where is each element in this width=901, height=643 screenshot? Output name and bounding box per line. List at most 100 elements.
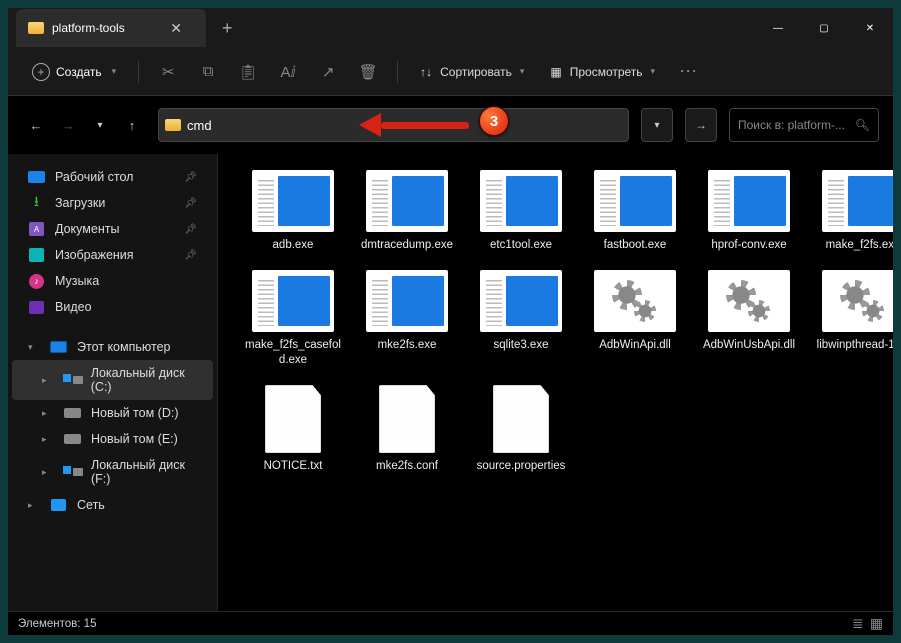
maximize-button[interactable]: ▢ (801, 8, 847, 48)
view-button[interactable]: ▦ Просмотреть ▾ (540, 60, 665, 84)
address-input[interactable] (181, 118, 622, 133)
delete-icon[interactable]: 🗑︎ (351, 56, 385, 88)
file-item[interactable]: fastboot.exe (584, 170, 686, 252)
label: Локальный диск (F:) (91, 458, 197, 486)
label: Новый том (E:) (91, 432, 178, 446)
file-name: sqlite3.exe (494, 338, 549, 352)
file-item[interactable]: mke2fs.conf (356, 385, 458, 473)
file-item[interactable]: make_f2fs.exe (812, 170, 893, 252)
file-item[interactable]: sqlite3.exe (470, 270, 572, 367)
label: Рабочий стол (55, 170, 133, 184)
search-icon: 🔍︎ (855, 118, 870, 132)
file-grid: adb.exe dmtracedump.exe etc1tool.exe fastbo… (242, 170, 883, 474)
file-item[interactable]: hprof-conv.exe (698, 170, 800, 252)
go-button[interactable]: → (685, 108, 717, 142)
file-name: adb.exe (273, 238, 314, 252)
file-item[interactable]: source.properties (470, 385, 572, 473)
label: Этот компьютер (77, 340, 170, 354)
file-item[interactable]: NOTICE.txt (242, 385, 344, 473)
nav-buttons: ← → ▾ ↑ (22, 111, 146, 139)
exe-icon (708, 170, 790, 232)
exe-icon (366, 270, 448, 332)
minimize-button[interactable]: ― (755, 8, 801, 48)
close-tab-icon[interactable]: ✕ (164, 20, 188, 37)
item-count: Элементов: 15 (18, 618, 96, 630)
search-placeholder: Поиск в: platform-... (738, 118, 845, 132)
chevron-down-icon: ▾ (28, 342, 40, 353)
copy-icon[interactable]: ⧉ (191, 56, 225, 88)
sidebar-item-pictures[interactable]: Изображения 📌︎ (12, 242, 213, 268)
exe-icon (252, 270, 334, 332)
file-item[interactable]: AdbWinApi.dll (584, 270, 686, 367)
view-toggles: ≣ ▦ (852, 615, 883, 632)
sidebar-item-music[interactable]: ♪ Музыка (12, 268, 213, 294)
sort-label: Сортировать (440, 65, 512, 79)
sidebar-item-downloads[interactable]: ⭳ Загрузки 📌︎ (12, 190, 213, 216)
create-label: Создать (56, 65, 102, 79)
share-icon[interactable]: ↗ (311, 56, 345, 88)
more-icon[interactable]: ⋯ (671, 56, 705, 88)
file-name: mke2fs.conf (376, 459, 438, 473)
file-name: libwinpthread-1.dll (817, 338, 893, 352)
close-button[interactable]: ✕ (847, 8, 893, 48)
cut-icon[interactable]: ✂ (151, 56, 185, 88)
address-bar[interactable]: 3 (158, 108, 629, 142)
pin-icon: 📌︎ (184, 250, 197, 261)
sidebar-item-network[interactable]: ▸ Сеть (12, 492, 213, 518)
create-button[interactable]: + Создать ▾ (22, 58, 126, 86)
sidebar-item-desktop[interactable]: Рабочий стол 📌︎ (12, 164, 213, 190)
sidebar-item-this-pc[interactable]: ▾ Этот компьютер (12, 334, 213, 360)
file-name: AdbWinApi.dll (599, 338, 671, 352)
rename-icon[interactable]: Aⅈ (271, 56, 305, 88)
label: Сеть (77, 498, 105, 512)
view-label: Просмотреть (570, 65, 643, 79)
sidebar-item-drive-d[interactable]: ▸ Новый том (D:) (12, 400, 213, 426)
file-name: NOTICE.txt (264, 459, 323, 473)
address-dropdown[interactable]: ▾ (641, 108, 673, 142)
forward-button[interactable]: → (54, 111, 82, 139)
view-details-icon[interactable]: ≣ (852, 615, 864, 632)
folder-icon (28, 22, 44, 34)
sidebar-item-documents[interactable]: A Документы 📌︎ (12, 216, 213, 242)
window-controls: ― ▢ ✕ (755, 8, 893, 48)
view-icons-icon[interactable]: ▦ (870, 615, 883, 632)
paste-icon[interactable]: 📋︎ (231, 56, 265, 88)
file-name: source.properties (477, 459, 566, 473)
sidebar-item-drive-c[interactable]: ▸ Локальный диск (C:) (12, 360, 213, 400)
file-item[interactable]: adb.exe (242, 170, 344, 252)
divider (397, 61, 398, 83)
file-item[interactable]: mke2fs.exe (356, 270, 458, 367)
sidebar-item-drive-f[interactable]: ▸ Локальный диск (F:) (12, 452, 213, 492)
chevron-down-icon: ▾ (112, 66, 117, 77)
file-name: make_f2fs_casefold.exe (243, 338, 343, 367)
file-icon (493, 385, 549, 453)
sort-button[interactable]: ↑↓ Сортировать ▾ (410, 60, 534, 84)
disk-icon (63, 374, 81, 386)
recent-button[interactable]: ▾ (86, 111, 114, 139)
exe-icon (480, 270, 562, 332)
new-tab-button[interactable]: + (206, 18, 249, 39)
text-file-icon (265, 385, 321, 453)
folder-icon (165, 119, 181, 131)
file-item[interactable]: dmtracedump.exe (356, 170, 458, 252)
pin-icon: 📌︎ (184, 172, 197, 183)
file-name: AdbWinUsbApi.dll (703, 338, 795, 352)
search-box[interactable]: Поиск в: platform-... 🔍︎ (729, 108, 879, 142)
file-icon (379, 385, 435, 453)
back-button[interactable]: ← (22, 111, 50, 139)
sidebar-item-drive-e[interactable]: ▸ Новый том (E:) (12, 426, 213, 452)
exe-icon (594, 170, 676, 232)
file-name: dmtracedump.exe (361, 238, 453, 252)
file-item[interactable]: etc1tool.exe (470, 170, 572, 252)
up-button[interactable]: ↑ (118, 111, 146, 139)
sidebar: Рабочий стол 📌︎ ⭳ Загрузки 📌︎ A Документ… (8, 154, 218, 611)
file-item[interactable]: AdbWinUsbApi.dll (698, 270, 800, 367)
tab-platform-tools[interactable]: platform-tools ✕ (16, 9, 206, 47)
file-item[interactable]: libwinpthread-1.dll (812, 270, 893, 367)
file-name: etc1tool.exe (490, 238, 552, 252)
chevron-right-icon: ▸ (28, 500, 40, 511)
sidebar-item-video[interactable]: Видео (12, 294, 213, 320)
annotation-badge: 3 (479, 106, 509, 136)
file-item[interactable]: make_f2fs_casefold.exe (242, 270, 344, 367)
plus-icon: + (32, 63, 50, 81)
